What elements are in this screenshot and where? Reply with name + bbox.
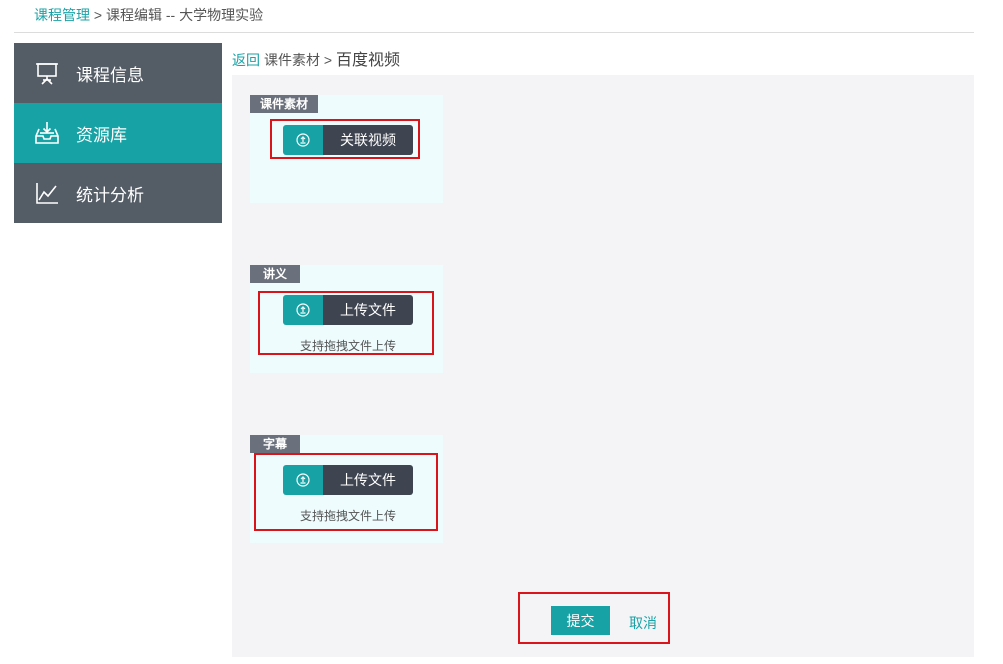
link-video-button[interactable]: 关联视频 (283, 125, 413, 155)
actions-box: 提交 取消 (518, 592, 670, 644)
section-tag: 讲义 (250, 265, 300, 283)
button-label: 上传文件 (323, 295, 413, 325)
section-tag: 课件素材 (250, 95, 319, 113)
sidebar-item-statistics[interactable]: 统计分析 (14, 163, 222, 223)
sidebar-item-resource-library[interactable]: 资源库 (14, 103, 222, 163)
top-divider (14, 32, 974, 33)
drag-upload-hint: 支持拖拽文件上传 (299, 509, 396, 523)
subnav-parent: 课件素材 (264, 52, 320, 68)
sub-breadcrumb: 返回 课件素材 > 百度视频 (232, 46, 400, 70)
drag-upload-hint: 支持拖拽文件上传 (299, 339, 396, 353)
upload-handout-button[interactable]: 上传文件 (283, 295, 413, 325)
presentation-board-icon (33, 59, 61, 87)
inbox-download-icon (33, 119, 61, 147)
subtitle-section: 字幕 上传文件 支持拖拽文件上传 (250, 435, 443, 543)
section-tag: 字幕 (250, 435, 300, 453)
upload-subtitle-button[interactable]: 上传文件 (283, 465, 413, 495)
breadcrumb-current: 课程编辑 -- 大学物理实验 (105, 7, 264, 23)
line-chart-icon (33, 179, 61, 207)
sidebar-item-label: 课程信息 (76, 65, 144, 85)
handout-section: 讲义 上传文件 支持拖拽文件上传 (250, 265, 443, 373)
upload-circle-icon (283, 465, 323, 495)
sidebar-item-course-info[interactable]: 课程信息 (14, 43, 222, 103)
upload-circle-icon (283, 295, 323, 325)
back-link[interactable]: 返回 (232, 52, 260, 68)
breadcrumb: 课程管理 > 课程编辑 -- 大学物理实验 (34, 5, 263, 25)
courseware-section: 课件素材 关联视频 (250, 95, 443, 203)
submit-button[interactable]: 提交 (551, 606, 610, 635)
subnav-current: 百度视频 (335, 52, 400, 69)
button-label: 关联视频 (323, 125, 413, 155)
sidebar: 课程信息 资源库 统计分析 (14, 43, 222, 223)
breadcrumb-root-link[interactable]: 课程管理 (34, 7, 90, 23)
subnav-separator: > (320, 52, 336, 68)
button-label: 上传文件 (323, 465, 413, 495)
cancel-link[interactable]: 取消 (629, 613, 657, 633)
upload-circle-icon (283, 125, 323, 155)
breadcrumb-separator: > (90, 7, 106, 23)
sidebar-item-label: 统计分析 (76, 185, 144, 205)
content-area: 课件素材 关联视频 讲义 上传文件 支持拖拽文件上传 字幕 上传文件 支持拖拽文… (232, 75, 974, 657)
sidebar-item-label: 资源库 (76, 125, 127, 145)
